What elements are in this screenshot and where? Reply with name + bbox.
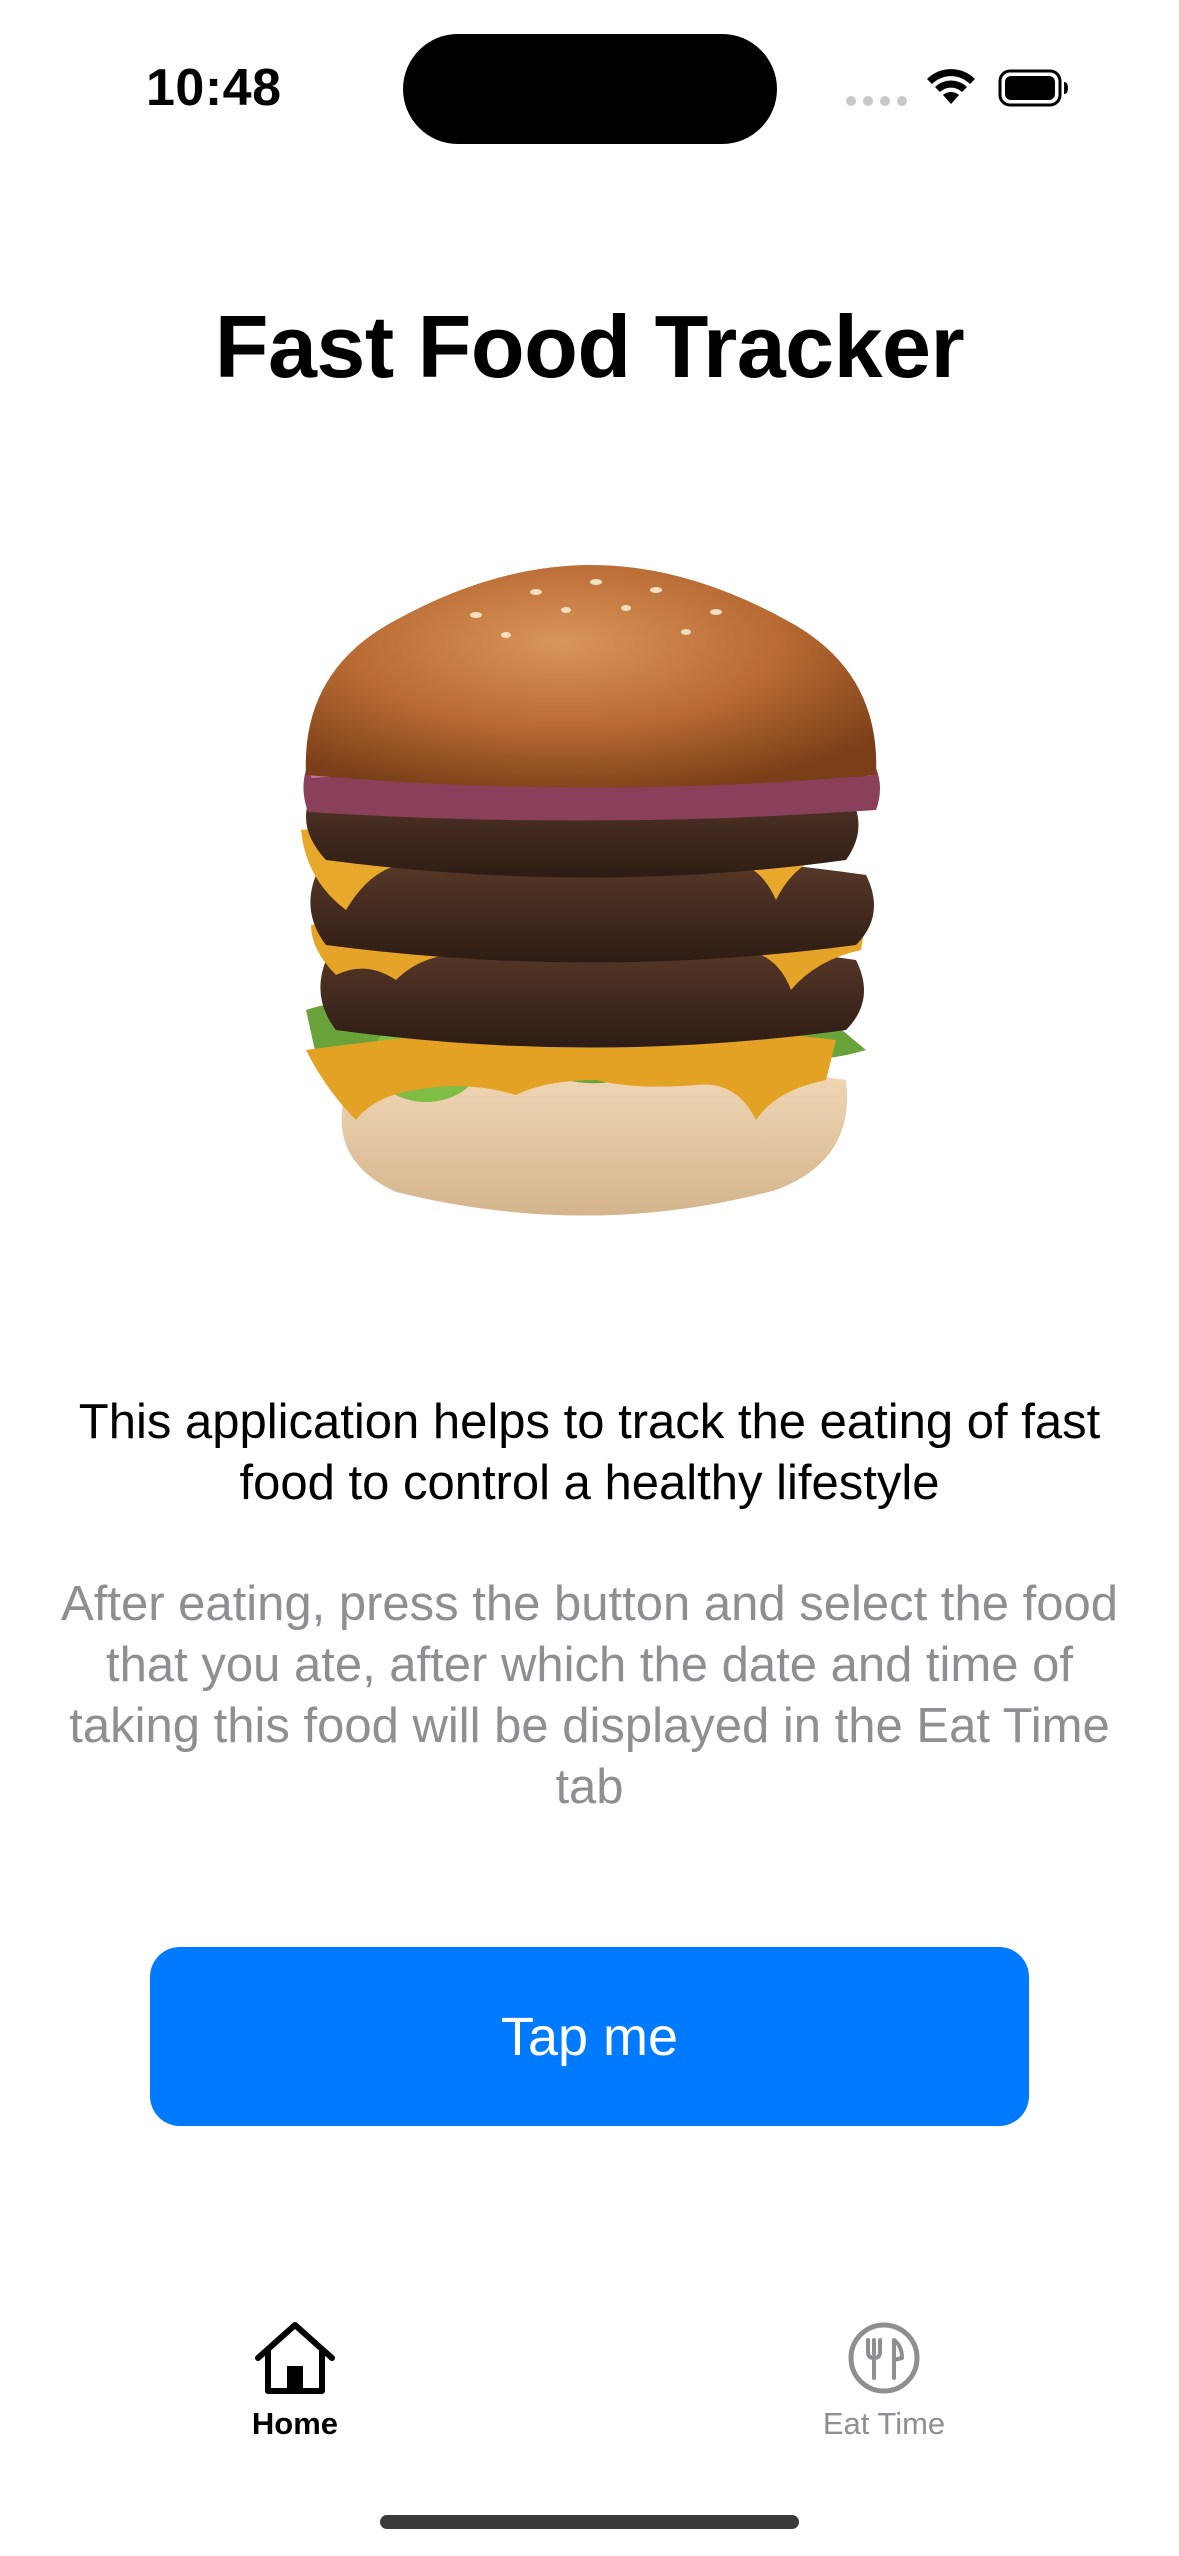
app-description: This application helps to track the eati… <box>78 1395 1101 1510</box>
usage-instructions: After eating, press the button and selec… <box>61 1577 1118 1814</box>
page-title: Fast Food Tracker <box>214 297 965 396</box>
wifi-icon <box>924 66 978 111</box>
battery-icon <box>998 68 1070 113</box>
home-indicator[interactable] <box>380 2515 799 2529</box>
tap-me-button[interactable]: Tap me <box>150 1947 1029 2126</box>
burger-image <box>216 520 966 1270</box>
status-time: 10:48 <box>146 59 282 117</box>
dynamic-island <box>403 34 777 144</box>
tab-eat-time[interactable]: Eat Time <box>774 2320 994 2442</box>
tab-home-label: Home <box>251 2406 339 2441</box>
cellular-signal-icon <box>846 96 907 106</box>
fork-knife-icon <box>774 2320 994 2396</box>
tab-home[interactable]: Home <box>185 2320 405 2442</box>
tab-eat-time-label: Eat Time <box>822 2406 946 2441</box>
house-icon <box>185 2320 405 2396</box>
